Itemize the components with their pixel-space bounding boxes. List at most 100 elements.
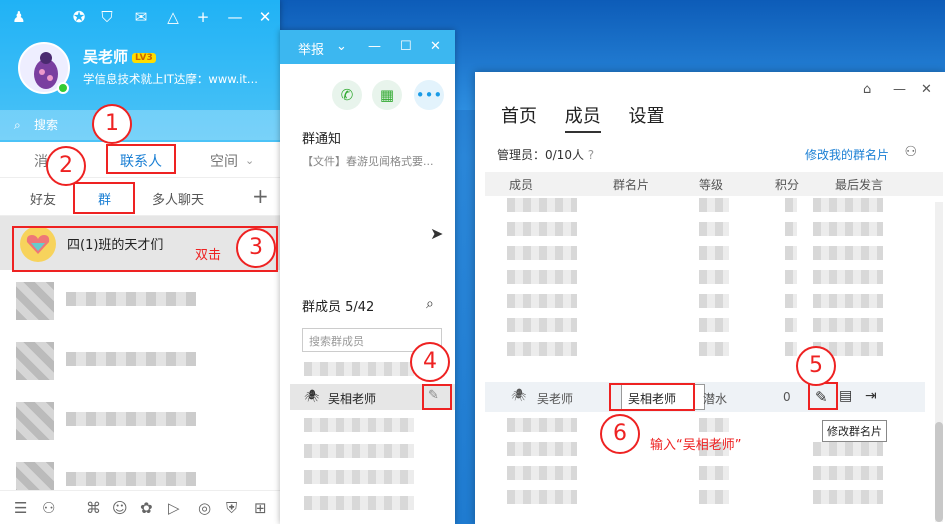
penguin-icon[interactable]: ☺ [112,499,128,517]
col-member[interactable]: 成员 [509,176,533,193]
chevron-down-icon[interactable]: ⌄ [336,39,347,54]
tab-home[interactable]: 首页 [501,106,537,127]
highlight-box [422,384,452,410]
add-group-icon[interactable]: + [252,184,269,208]
col-last-speak[interactable]: 最后发言 [835,176,883,193]
list-item[interactable] [290,466,455,492]
blurred-cell [785,222,797,236]
col-card[interactable]: 群名片 [613,176,649,193]
col-level[interactable]: 等级 [699,176,723,193]
maximize-icon[interactable]: ☐ [400,39,412,54]
exit-icon[interactable]: ⇥ [865,388,877,404]
list-item[interactable] [290,440,455,466]
username[interactable]: 吴老师 LV3 [83,46,156,67]
table-row[interactable] [485,486,925,508]
flower-icon[interactable]: ✿ [140,499,153,517]
tab-settings[interactable]: 设置 [628,106,664,127]
table-row[interactable] [485,338,925,360]
minimize-icon[interactable]: — [893,82,906,97]
member-settings-icon[interactable]: ⚇ [904,144,917,160]
phone-icon[interactable]: ✆ [332,80,362,110]
close-icon[interactable]: ✕ [430,39,441,54]
help-icon[interactable]: ? [588,148,594,162]
notice-title: 群通知 [302,132,342,147]
blurred-cell [699,294,729,308]
blurred-member [304,418,414,432]
username-text: 吴老师 [83,48,129,66]
game-icon[interactable]: ⌘ [86,499,101,517]
qq-header: ♟ ✪ ⛉ ✉ △ + — ✕ 吴老师 LV3 学信息技术就上IT达摩：www.i… [0,0,280,142]
highlight-box [609,383,695,411]
table-row[interactable] [485,462,925,484]
table-row[interactable] [485,242,925,264]
close-icon[interactable]: ✕ [921,82,932,97]
blurred-name [66,412,196,426]
table-row[interactable] [485,218,925,240]
close-icon[interactable]: ✕ [256,8,274,26]
chat-titlebar: 举报 ⌄ — ☐ ✕ [280,30,455,64]
tab-qzone[interactable]: 空间 [210,151,238,171]
shirt-icon[interactable]: ⛉ [98,8,116,26]
blurred-name [66,472,196,486]
col-points[interactable]: 积分 [775,176,799,193]
blurred-cell [507,466,577,480]
settings-tabs: 首页 成员 设置 [501,102,686,133]
step-marker-3: 3 [236,228,276,268]
minimize-icon[interactable]: — [226,8,244,26]
blurred-cell [507,318,577,332]
blurred-cell [507,294,577,308]
apps-grid-icon[interactable]: ⊞ [254,499,267,517]
blurred-cell [507,442,577,456]
members-header: 群成员 5/42 [302,300,375,315]
mouse-cursor-icon: ➤ [430,224,444,243]
blurred-cell [813,246,883,260]
member-points: 0 [783,390,791,404]
add-friend-icon[interactable]: ⚇ [42,499,55,517]
scrollbar[interactable] [935,202,943,522]
blurred-member [304,444,414,458]
signature[interactable]: 学信息技术就上IT达摩：www.it... [83,71,258,87]
add-icon[interactable]: + [194,8,212,26]
app-triangle-icon[interactable]: △ [164,8,182,26]
shield-icon[interactable]: ⛨ [226,499,237,517]
mail-icon[interactable]: ✉ [132,8,150,26]
bottom-toolbar: ☰ ⚇ ⌘ ☺ ✿ ▷ ◎ ⛨ ⊞ [0,490,280,524]
tab-members[interactable]: 成员 [564,106,601,133]
blurred-name [66,292,196,306]
search-input[interactable]: ⌕ 搜索 [0,110,280,140]
id-card-icon[interactable]: ▤ [839,388,852,404]
skin-icon[interactable]: ✪ [70,8,88,26]
blurred-cell [813,490,883,504]
blurred-avatar [16,402,54,440]
list-item[interactable] [0,390,280,450]
subtab-friends[interactable]: 好友 [30,189,56,208]
admin-count-text: 管理员：0/10人 [497,148,584,162]
table-row[interactable] [485,314,925,336]
music-icon[interactable]: ◎ [198,499,211,517]
table-row[interactable] [485,194,925,216]
qq-penguin-icon: ♟ [12,8,26,26]
list-item[interactable] [0,330,280,390]
table-row[interactable] [485,266,925,288]
blurred-avatar [16,342,54,380]
scrollbar-thumb[interactable] [935,422,943,522]
step-marker-1: 1 [92,104,132,144]
selected-member-row[interactable]: 🕷 吴老师 吴相老师 潜水 0 ✎ ▤ ⇥ [485,382,925,412]
list-item[interactable] [290,414,455,440]
home-icon[interactable]: ⌂ [863,82,871,97]
group-notice[interactable]: 群通知 【文件】春游见闻格式要... [302,128,434,169]
calendar-icon[interactable]: ▦ [372,80,402,110]
video-icon[interactable]: ▷ [168,499,180,517]
search-icon[interactable]: ⌕ [426,296,434,312]
table-row[interactable] [485,290,925,312]
highlight-box [73,182,135,214]
menu-icon[interactable]: ☰ [14,499,27,517]
online-status-icon [57,82,69,94]
more-icon[interactable]: ••• [414,80,444,110]
minimize-icon[interactable]: — [368,39,381,54]
list-item[interactable] [290,492,455,518]
list-item[interactable] [0,270,280,330]
subtab-multichat[interactable]: 多人聊天 [152,189,204,208]
edit-my-card-link[interactable]: 修改我的群名片 [805,146,889,163]
report-button[interactable]: 举报 [298,39,324,58]
